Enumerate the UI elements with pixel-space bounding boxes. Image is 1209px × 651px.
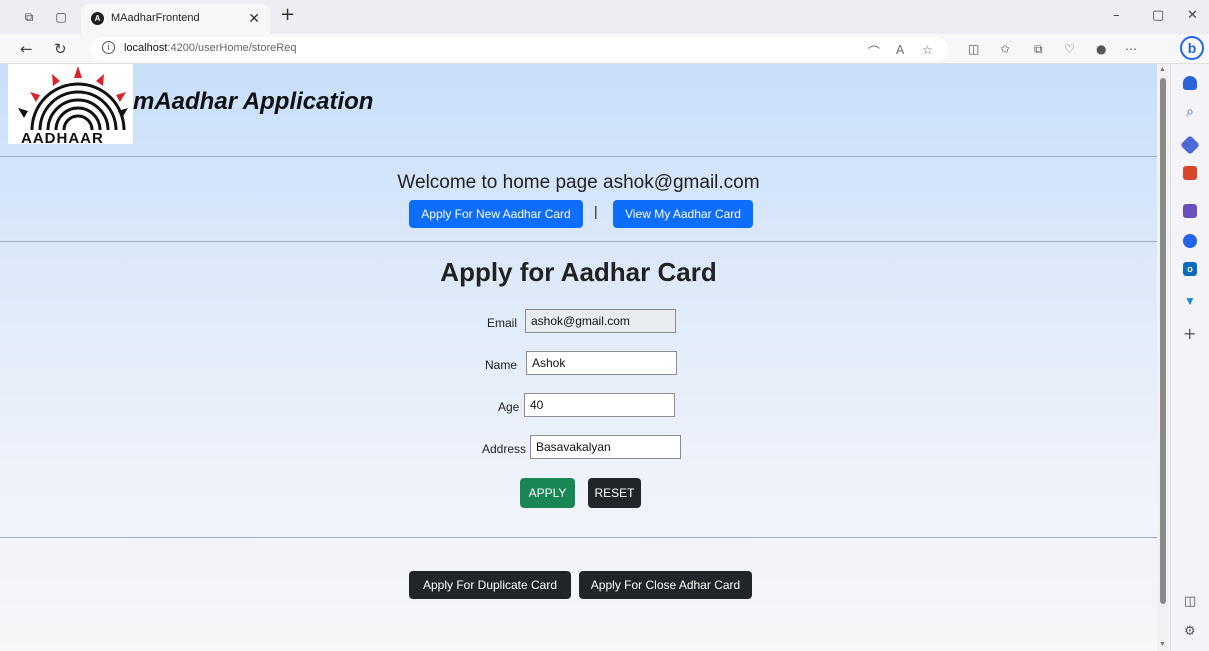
read-aloud-icon[interactable]: A	[896, 43, 904, 57]
collections-icon[interactable]: ⧉	[1034, 42, 1043, 57]
add-sidebar-app-icon[interactable]: +	[1183, 324, 1196, 343]
apply-new-card-button[interactable]: Apply For New Aadhar Card	[409, 200, 583, 228]
refresh-icon[interactable]: ↻	[54, 40, 67, 58]
apply-button[interactable]: APPLY	[520, 478, 575, 508]
name-field[interactable]	[526, 351, 677, 375]
tools-icon[interactable]	[1183, 166, 1197, 180]
microsoft-365-icon[interactable]	[1183, 234, 1197, 248]
sidebar-settings-icon[interactable]: ⚙	[1184, 624, 1196, 639]
name-label: Name	[485, 358, 518, 372]
welcome-text: Welcome to home page ashok@gmail.com	[397, 172, 760, 193]
reset-button[interactable]: RESET	[588, 478, 641, 508]
logo-text: AADHAAR	[21, 130, 104, 147]
scroll-down-icon[interactable]: ▼	[1159, 641, 1166, 648]
tab-close-icon[interactable]: ✕	[248, 10, 260, 27]
site-info-icon[interactable]: i	[102, 41, 115, 54]
back-icon[interactable]: ←	[20, 40, 33, 58]
aadhaar-fingerprint-icon	[18, 66, 128, 131]
restore-icon[interactable]: ▢	[1152, 8, 1164, 23]
nav-separator: |	[594, 203, 598, 219]
tab-title: MAadharFrontend	[111, 12, 200, 24]
header-divider	[0, 156, 1157, 157]
form-title: Apply for Aadhar Card	[440, 257, 717, 287]
aadhaar-logo: AADHAAR	[8, 64, 133, 147]
app-title: mAadhar Application	[133, 88, 374, 115]
split-screen-icon[interactable]: ◫	[968, 42, 979, 56]
url-text: localhost:4200/userHome/storeReq	[124, 42, 297, 54]
edge-sidebar: ⌕ o ▼ + ◫ ⚙	[1170, 64, 1209, 651]
age-label: Age	[498, 400, 520, 414]
nav-divider	[0, 241, 1157, 242]
scroll-thumb[interactable]	[1160, 78, 1166, 604]
favorite-star-icon[interactable]: ☆	[922, 43, 933, 57]
browser-titlebar: ⧉ ▢ A MAadharFrontend ✕ + – ▢ ✕	[0, 0, 1209, 34]
more-menu-icon[interactable]: ⋯	[1125, 42, 1137, 56]
address-label: Address	[482, 442, 527, 456]
new-tab-icon[interactable]: +	[280, 4, 295, 25]
key-icon[interactable]: ⌒	[868, 43, 880, 60]
age-field[interactable]	[524, 393, 675, 417]
favorites-icon[interactable]: ✩	[1000, 42, 1010, 56]
games-icon[interactable]	[1183, 204, 1197, 218]
workspaces-icon[interactable]: ⧉	[22, 10, 36, 24]
page-viewport: AADHAAR mAadhar Application Welcome to h…	[0, 64, 1157, 651]
email-label: Email	[487, 316, 518, 330]
bing-copilot-icon[interactable]: b	[1180, 36, 1204, 60]
browser-tab[interactable]: A MAadharFrontend ✕	[81, 4, 270, 34]
sidebar-toggle-icon[interactable]: ◫	[1184, 594, 1196, 609]
extension-icon[interactable]: ♡	[1064, 42, 1075, 56]
drop-icon[interactable]: ▼	[1183, 294, 1197, 308]
window-close-icon[interactable]: ✕	[1187, 8, 1198, 23]
page-scrollbar[interactable]: ▲ ▼	[1157, 64, 1170, 651]
email-field[interactable]	[525, 309, 676, 333]
angular-favicon-icon: A	[91, 12, 104, 25]
browser-toolbar: ← ↻ i localhost:4200/userHome/storeReq ⌒…	[0, 34, 1209, 64]
address-field[interactable]	[530, 435, 681, 459]
outlook-icon[interactable]: o	[1183, 262, 1197, 276]
form-divider	[0, 537, 1157, 538]
profile-icon[interactable]: ●	[1096, 42, 1106, 56]
search-icon[interactable]: ⌕	[1183, 104, 1197, 118]
tab-actions-icon[interactable]: ▢	[54, 10, 68, 24]
duplicate-card-button[interactable]: Apply For Duplicate Card	[409, 571, 571, 599]
minimize-icon[interactable]: –	[1113, 8, 1120, 23]
close-card-button[interactable]: Apply For Close Adhar Card	[579, 571, 752, 599]
shopping-tag-icon[interactable]	[1180, 135, 1200, 155]
notification-bell-icon[interactable]	[1183, 76, 1197, 90]
app-header: AADHAAR mAadhar Application	[0, 64, 1157, 156]
scroll-up-icon[interactable]: ▲	[1159, 66, 1166, 73]
address-bar[interactable]: i localhost:4200/userHome/storeReq ⌒ A ☆	[90, 37, 948, 61]
view-card-button[interactable]: View My Aadhar Card	[613, 200, 753, 228]
